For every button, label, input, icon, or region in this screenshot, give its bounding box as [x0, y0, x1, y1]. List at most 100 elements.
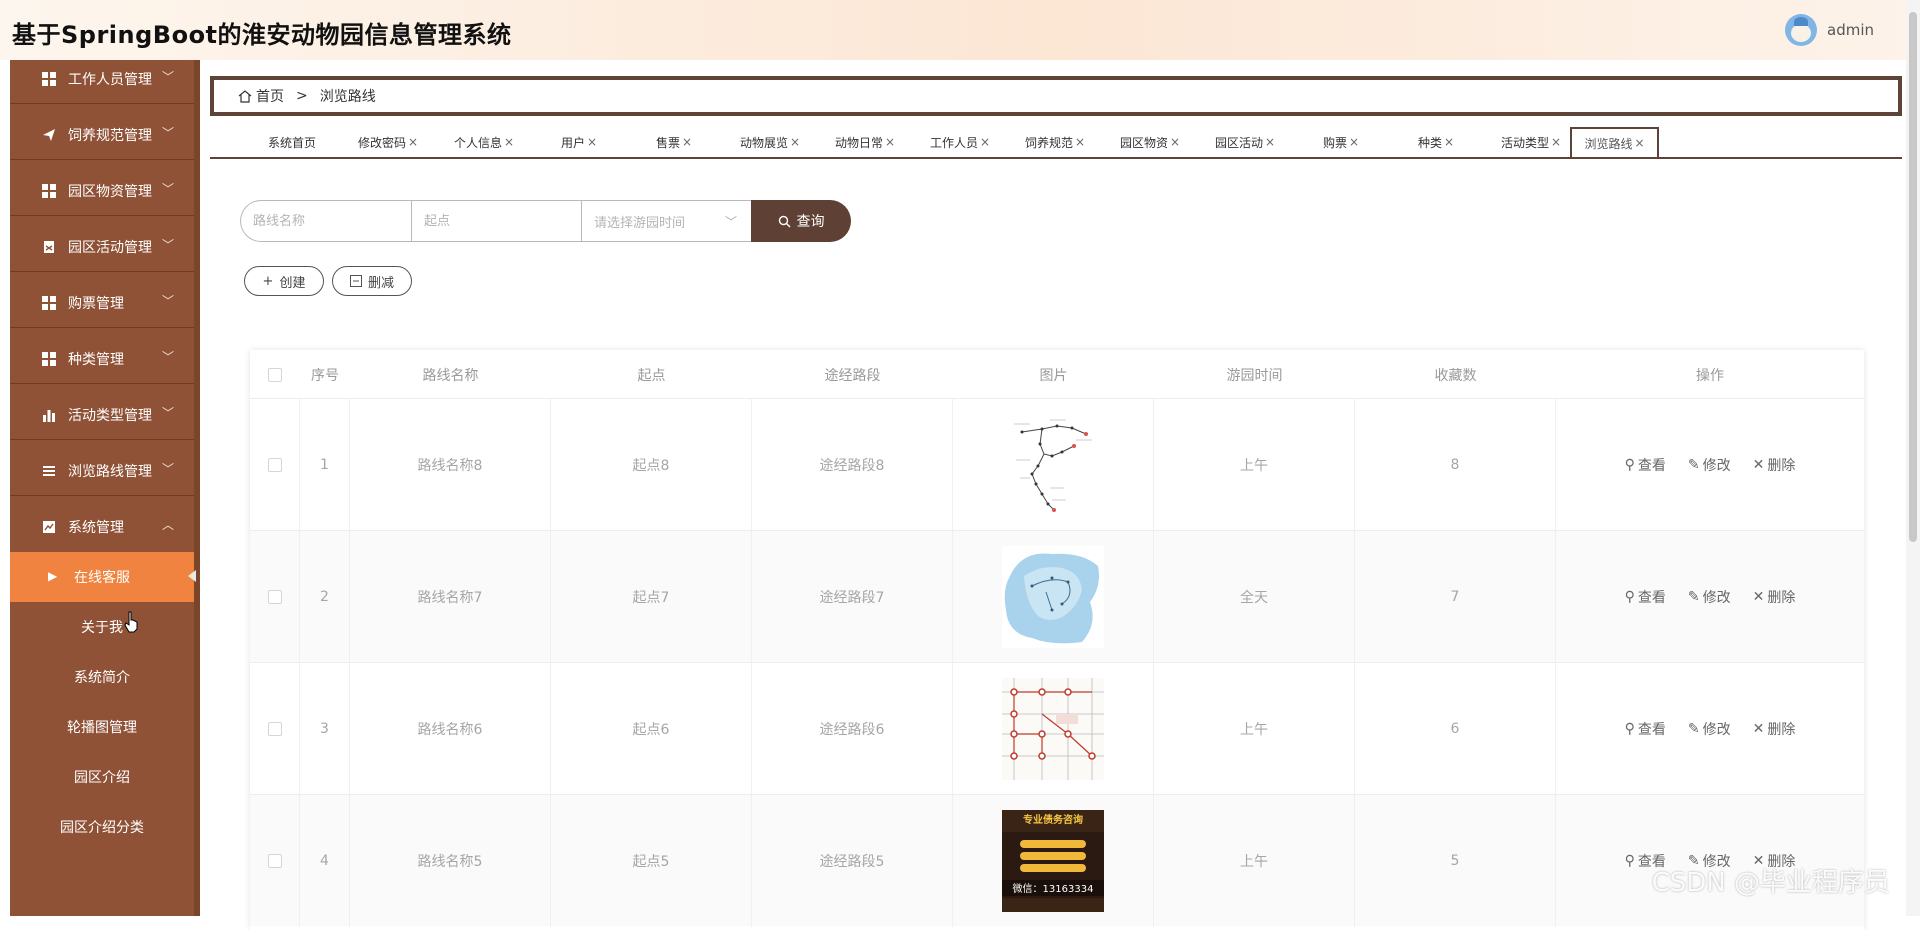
edit-button[interactable]: ✎ 修改 — [1688, 587, 1731, 607]
tab-close-icon[interactable]: × — [682, 135, 692, 149]
tab-browse-routes[interactable]: 浏览路线 × — [1570, 127, 1659, 157]
submenu-item-park-intro[interactable]: 园区介绍 — [10, 752, 194, 802]
table-row[interactable]: 2 路线名称7 起点7 途经路段7 全天 7 ⚲ 查看 ✎ 修改 ✕ 删除 — [250, 530, 1864, 663]
avatar[interactable] — [1785, 14, 1817, 46]
chevron-down-icon: ﹀ — [161, 126, 174, 140]
tab-sale-tickets[interactable]: 售票 × — [628, 127, 720, 157]
sidebar-item-species[interactable]: 种类管理 ﹀ — [10, 334, 194, 384]
sidebar-item-activities[interactable]: 园区活动管理 ﹀ — [10, 222, 194, 272]
sidebar: 工作人员管理 ﹀ 饲养规范管理 ﹀ 园区物资管理 ﹀ 园区活动管理 ﹀ 购票管理… — [10, 60, 200, 916]
tab-home[interactable]: 系统首页 — [247, 127, 337, 157]
sidebar-item-label: 工作人员管理 — [68, 71, 152, 88]
via-cell: 途经路段8 — [752, 399, 953, 531]
grid-icon — [42, 183, 56, 198]
page-scrollbar-thumb[interactable] — [1909, 12, 1917, 542]
sidebar-item-label: 饲养规范管理 — [68, 127, 152, 144]
submenu-item-online-service[interactable]: ▶ 在线客服 — [10, 552, 196, 602]
breadcrumb-home[interactable]: 首页 — [256, 86, 284, 106]
row-checkbox[interactable] — [267, 458, 282, 472]
tab-close-icon[interactable]: × — [1634, 136, 1644, 150]
view-button[interactable]: ⚲ 查看 — [1625, 587, 1666, 607]
view-button[interactable]: ⚲ 查看 — [1625, 455, 1666, 475]
chart-icon — [42, 520, 56, 534]
tab-close-icon[interactable]: × — [1170, 135, 1180, 149]
poster-image[interactable]: 专业债务咨询 微信：13163334 — [1002, 810, 1104, 912]
tab-buy-tickets[interactable]: 购票 × — [1295, 127, 1387, 157]
start-point-input[interactable] — [411, 200, 581, 242]
row-select-cell — [250, 399, 300, 531]
tab-activity-types[interactable]: 活动类型 × — [1485, 127, 1577, 157]
delete-button[interactable]: ✕ 删除 — [1753, 587, 1796, 607]
submenu-item-about-me[interactable]: 关于我 — [10, 602, 194, 652]
tab-profile[interactable]: 个人信息 × — [438, 127, 530, 157]
sidebar-item-feeding[interactable]: 饲养规范管理 ﹀ — [10, 110, 194, 160]
submenu-item-system-intro[interactable]: 系统简介 — [10, 652, 194, 702]
submenu-item-carousel[interactable]: 轮播图管理 — [10, 702, 194, 752]
tab-label: 动物日常 — [834, 135, 883, 150]
page-scrollbar[interactable] — [1906, 0, 1920, 916]
row-checkbox[interactable] — [267, 854, 282, 868]
select-all-checkbox[interactable] — [268, 368, 282, 382]
row-checkbox[interactable] — [267, 590, 282, 604]
visit-time-select[interactable]: 请选择游园时间 ﹀ — [581, 200, 751, 242]
tab-supplies[interactable]: 园区物资 × — [1104, 127, 1196, 157]
submenu-item-park-intro-category[interactable]: 园区介绍分类 — [10, 802, 194, 852]
tab-close-icon[interactable]: × — [885, 135, 895, 149]
sidebar-item-staff[interactable]: 工作人员管理 ﹀ — [10, 60, 194, 104]
tab-close-icon[interactable]: × — [790, 135, 800, 149]
view-button[interactable]: ⚲ 查看 — [1625, 719, 1666, 739]
route-map-image[interactable] — [1002, 678, 1104, 780]
route-map-image[interactable] — [1002, 414, 1104, 516]
tab-species[interactable]: 种类 × — [1390, 127, 1482, 157]
delete-button[interactable]: ✕ 删除 — [1753, 719, 1796, 739]
search-button[interactable]: 查询 — [751, 200, 851, 242]
tab-animal-exhibit[interactable]: 动物展览 × — [724, 127, 816, 157]
tab-feeding[interactable]: 饲养规范 × — [1009, 127, 1101, 157]
view-label: 查看 — [1637, 458, 1666, 474]
edit-button[interactable]: ✎ 修改 — [1688, 455, 1731, 475]
submenu-item-label: 在线客服 — [74, 570, 130, 586]
table-row[interactable]: 4 路线名称5 起点5 途经路段5 专业债务咨询 微信：13163334 上午 … — [250, 794, 1864, 927]
sidebar-scrollbar[interactable] — [194, 60, 200, 916]
tab-users[interactable]: 用户 × — [533, 127, 625, 157]
actions-cell: ⚲ 查看 ✎ 修改 ✕ 删除 — [1556, 399, 1864, 531]
username[interactable]: admin — [1827, 21, 1874, 39]
sidebar-item-supplies[interactable]: 园区物资管理 ﹀ — [10, 166, 194, 216]
favorites-cell: 5 — [1355, 795, 1556, 927]
home-icon[interactable] — [238, 89, 252, 103]
row-checkbox[interactable] — [267, 722, 282, 736]
sidebar-item-activity-types[interactable]: 活动类型管理 ﹀ — [10, 390, 194, 440]
tab-close-icon[interactable]: × — [1444, 135, 1454, 149]
tab-close-icon[interactable]: × — [1075, 135, 1085, 149]
sidebar-item-system[interactable]: 系统管理 ︿ — [10, 502, 194, 552]
edit-button[interactable]: ✎ 修改 — [1688, 719, 1731, 739]
tab-close-icon[interactable]: × — [1265, 135, 1275, 149]
close-icon: ✕ — [1752, 589, 1765, 605]
route-name-input[interactable] — [240, 200, 411, 242]
tab-close-icon[interactable]: × — [504, 135, 514, 149]
tab-animal-daily[interactable]: 动物日常 × — [819, 127, 911, 157]
tab-close-icon[interactable]: × — [587, 135, 597, 149]
user-menu[interactable]: admin — [1785, 14, 1874, 46]
chevron-down-icon: ﹀ — [724, 215, 737, 229]
index-cell: 4 — [300, 795, 350, 927]
sidebar-item-tickets[interactable]: 购票管理 ﹀ — [10, 278, 194, 328]
tab-park-activities[interactable]: 园区活动 × — [1199, 127, 1291, 157]
delete-button[interactable]: ✕ 删除 — [1753, 455, 1796, 475]
table-row[interactable]: 3 路线名称6 起点6 途经路段6 上午 6 ⚲ 查看 ✎ 修改 ✕ 删除 — [250, 662, 1864, 795]
delete-selected-button[interactable]: 删减 — [332, 266, 412, 296]
tab-label: 园区活动 — [1214, 135, 1263, 150]
tab-change-password[interactable]: 修改密码 × — [342, 127, 434, 157]
row-select-cell — [250, 663, 300, 795]
tab-close-icon[interactable]: × — [980, 135, 990, 149]
tab-close-icon[interactable]: × — [1551, 135, 1561, 149]
close-icon: ✕ — [1752, 457, 1765, 473]
tab-close-icon[interactable]: × — [408, 135, 418, 149]
table-row[interactable]: 1 路线名称8 起点8 途经路段8 上午 8 ⚲ 查看 ✎ 修改 ✕ 删除 — [250, 398, 1864, 531]
delete-button-label: 删减 — [367, 275, 394, 291]
tab-close-icon[interactable]: × — [1349, 135, 1359, 149]
create-button[interactable]: + 创建 — [244, 266, 324, 296]
route-map-image[interactable] — [1002, 546, 1104, 648]
sidebar-item-routes[interactable]: 浏览路线管理 ﹀ — [10, 446, 194, 496]
tab-staff[interactable]: 工作人员 × — [914, 127, 1006, 157]
